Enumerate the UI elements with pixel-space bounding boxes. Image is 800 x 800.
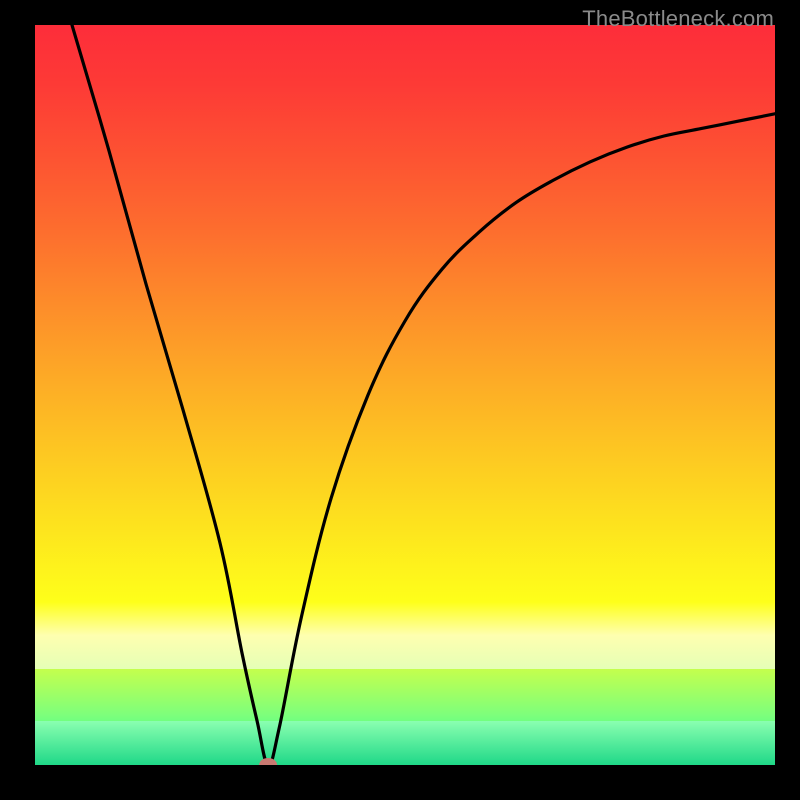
bottleneck-curve [72,25,775,765]
plot-area [35,25,775,765]
minimum-marker [259,758,277,765]
curve-layer [35,25,775,765]
chart-frame: TheBottleneck.com [0,0,800,800]
watermark-text: TheBottleneck.com [582,6,774,32]
